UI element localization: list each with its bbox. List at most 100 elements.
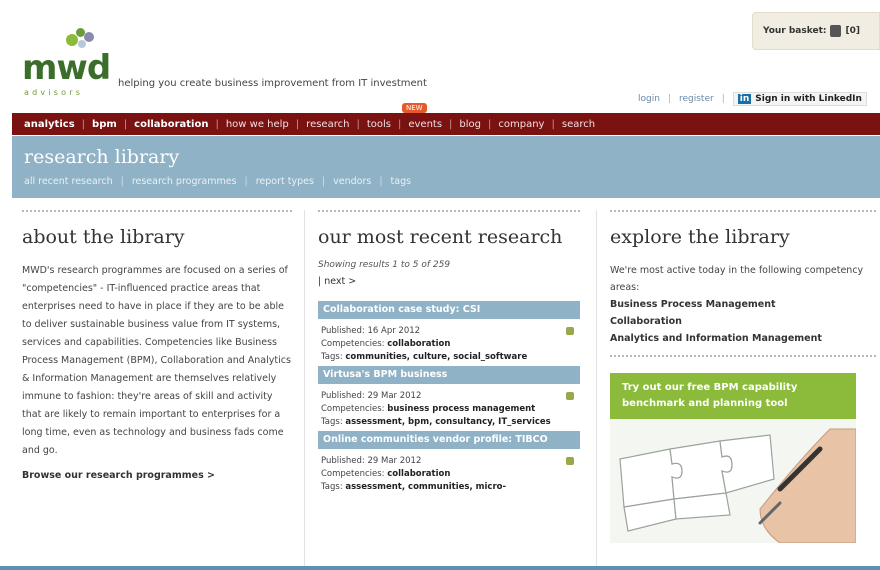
nav-divider: | (215, 118, 219, 130)
subnav-divider: | (244, 176, 248, 187)
site-header: mwd advisors helping you create business… (0, 0, 880, 110)
nav-item-collaboration[interactable]: collaboration (134, 119, 208, 130)
nav-divider: | (81, 118, 86, 130)
nav-item-research[interactable]: research (306, 119, 349, 130)
new-badge: NEW (402, 103, 427, 113)
nav-item-how-we-help[interactable]: how we help (226, 119, 289, 130)
results-count: Showing results 1 to 5 of 259 (318, 260, 451, 270)
research-item-tags: Tags: assessment, bpm, consultancy, IT_s… (321, 416, 577, 429)
mwd-logo[interactable]: mwd advisors (22, 26, 112, 97)
tags-value[interactable]: assessment, bpm, consultancy, IT_service… (345, 417, 550, 427)
competency-link-analytics[interactable]: Analytics and Information Management (610, 330, 876, 347)
research-item-title[interactable]: Collaboration case study: CSI (318, 301, 580, 319)
explore-intro: We're most active today in the following… (610, 265, 864, 293)
competencies-value[interactable]: collaboration (387, 339, 450, 349)
recent-title: our most recent research (318, 226, 563, 248)
nav-item-events[interactable]: events (408, 119, 442, 130)
column-divider (596, 210, 597, 570)
tagline: helping you create business improvement … (118, 78, 427, 89)
research-subnav: all recent research | research programme… (24, 176, 411, 187)
explore-title: explore the library (610, 226, 790, 248)
subnav-tags[interactable]: tags (391, 176, 412, 187)
research-item-details: Published: 29 Mar 2012 Competencies: bus… (318, 384, 580, 431)
competencies-label: Competencies: (321, 469, 388, 479)
auth-divider: | (667, 94, 671, 104)
subnav-vendors[interactable]: vendors (333, 176, 371, 187)
research-item-competencies: Competencies: collaboration (321, 468, 577, 481)
tags-label: Tags: (321, 352, 346, 362)
basket-widget[interactable]: Your basket: [0] (752, 12, 880, 50)
research-item-competencies: Competencies: collaboration (321, 338, 577, 351)
basket-label: Your basket: (763, 26, 827, 36)
tags-label: Tags: (321, 417, 346, 427)
subnav-divider: | (120, 176, 124, 187)
document-icon (566, 327, 574, 335)
subnav-all-recent-research[interactable]: all recent research (24, 176, 113, 187)
nav-divider: | (356, 118, 360, 130)
competencies-value[interactable]: business process management (387, 404, 535, 414)
competencies-label: Competencies: (321, 339, 388, 349)
promo-text: Try out our free BPM capability benchmar… (610, 373, 856, 419)
dotted-rule (318, 210, 580, 212)
basket-count: [0] (845, 26, 860, 36)
tags-value[interactable]: communities, culture, social_software (345, 352, 527, 362)
research-item-competencies: Competencies: business process managemen… (321, 403, 577, 416)
nav-divider: | (449, 118, 453, 130)
research-item-tags: Tags: communities, culture, social_softw… (321, 351, 577, 364)
bpm-benchmark-promo[interactable]: Try out our free BPM capability benchmar… (610, 373, 856, 543)
about-library-column: about the library MWD's research program… (22, 210, 292, 481)
login-link[interactable]: login (638, 94, 660, 104)
auth-bar: login | register | in Sign in with Linke… (638, 90, 867, 108)
competencies-value[interactable]: collaboration (387, 469, 450, 479)
bottom-scroll-edge (0, 566, 880, 570)
research-item-title[interactable]: Virtusa's BPM business (318, 366, 580, 384)
research-item: Online communities vendor profile: TIBCO… (318, 431, 580, 496)
nav-item-analytics[interactable]: analytics (24, 119, 75, 130)
research-item: Collaboration case study: CSI Published:… (318, 301, 580, 366)
subnav-research-programmes[interactable]: research programmes (132, 176, 237, 187)
logo-wordmark: mwd (22, 48, 111, 88)
research-library-band: research library all recent research | r… (12, 136, 880, 198)
logo-subtext: advisors (24, 88, 84, 97)
nav-item-search[interactable]: search (562, 119, 595, 130)
auth-divider: | (721, 94, 725, 104)
research-item-title[interactable]: Online communities vendor profile: TIBCO (318, 431, 580, 449)
register-link[interactable]: register (679, 94, 714, 104)
nav-divider: | (295, 118, 300, 130)
linkedin-icon: in (737, 94, 752, 104)
tags-value[interactable]: assessment, communities, micro- (345, 482, 506, 492)
dotted-rule (610, 355, 876, 357)
tags-label: Tags: (321, 482, 346, 492)
research-item-details: Published: 29 Mar 2012 Competencies: col… (318, 449, 580, 496)
main-nav: analytics | bpm | collaboration | how we… (12, 113, 880, 135)
basket-icon (830, 25, 842, 37)
nav-divider: | (488, 118, 492, 130)
nav-divider: | (397, 118, 402, 130)
research-item-tags: Tags: assessment, communities, micro- (321, 481, 577, 494)
research-item-details: Published: 16 Apr 2012 Competencies: col… (318, 319, 580, 366)
browse-programmes-link[interactable]: Browse our research programmes > (22, 470, 292, 481)
nav-item-bpm[interactable]: bpm (92, 119, 117, 130)
linkedin-signin-label: Sign in with LinkedIn (755, 94, 862, 104)
document-icon (566, 392, 574, 400)
nav-item-blog[interactable]: blog (459, 119, 481, 130)
page-title: research library (24, 146, 180, 168)
competency-link-bpm[interactable]: Business Process Management (610, 296, 876, 313)
subnav-divider: | (321, 176, 326, 187)
nav-item-company[interactable]: company (498, 119, 544, 130)
research-item-published: Published: 29 Mar 2012 (321, 391, 422, 401)
subnav-report-types[interactable]: report types (256, 176, 314, 187)
nav-item-tools[interactable]: tools (367, 119, 391, 130)
linkedin-signin-button[interactable]: in Sign in with LinkedIn (732, 92, 867, 106)
nav-divider: | (551, 118, 555, 130)
dotted-rule (22, 210, 292, 212)
document-icon (566, 457, 574, 465)
competencies-label: Competencies: (321, 404, 388, 414)
competency-link-collaboration[interactable]: Collaboration (610, 313, 876, 330)
research-item-published: Published: 16 Apr 2012 (321, 326, 421, 336)
research-item: Virtusa's BPM business Published: 29 Mar… (318, 366, 580, 431)
subnav-divider: | (379, 176, 383, 187)
puzzle-hand-illustration (619, 428, 856, 543)
nav-divider: | (123, 118, 128, 130)
next-page-link[interactable]: | next > (318, 276, 580, 287)
